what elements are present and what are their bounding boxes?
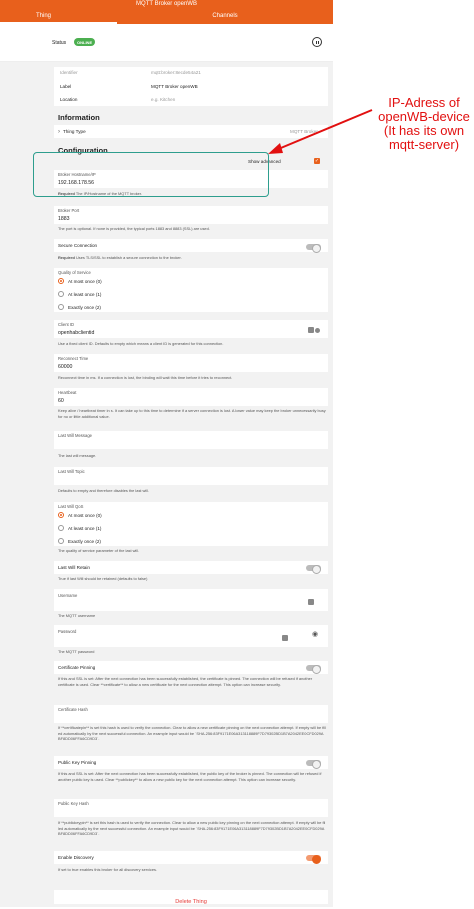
annotation-text: IP-Adress of openWB-device (It has its o… bbox=[378, 95, 470, 152]
